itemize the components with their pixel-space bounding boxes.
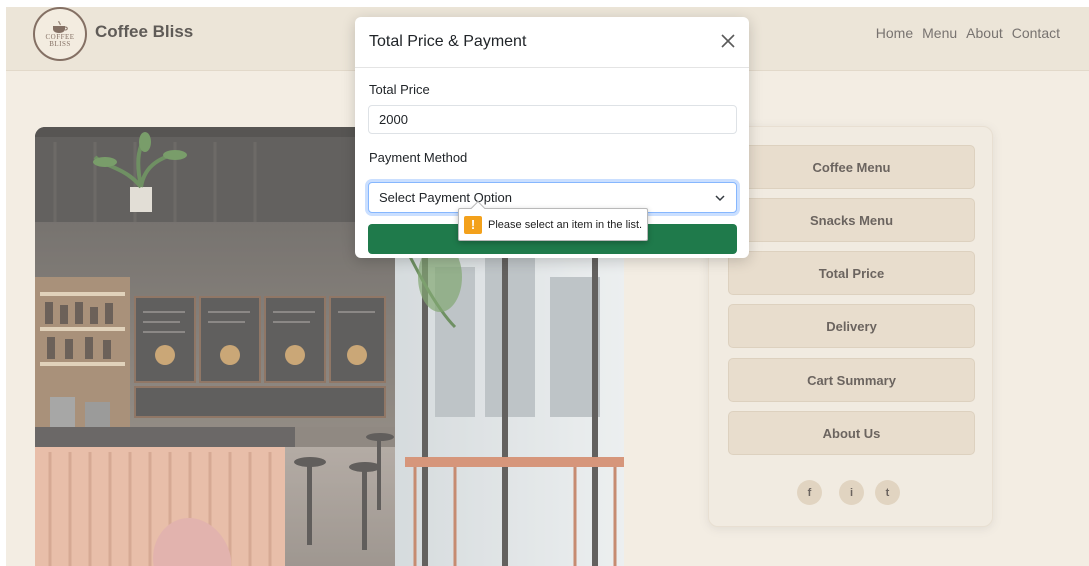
payment-method-label: Payment Method [369,150,468,165]
validation-tooltip: ! Please select an item in the list. [458,200,648,241]
modal-title: Total Price & Payment [369,33,527,50]
validation-message: Please select an item in the list. [488,218,643,231]
modal-header: Total Price & Payment [355,17,749,68]
warning-icon: ! [464,215,482,234]
total-price-input[interactable] [368,105,737,134]
page: COFFEE BLISS Coffee Bliss Home Menu Abou… [6,7,1089,566]
total-price-label: Total Price [369,82,430,97]
close-icon[interactable] [719,32,737,50]
payment-select-value: Select Payment Option [379,190,512,205]
chevron-down-icon [715,195,725,202]
